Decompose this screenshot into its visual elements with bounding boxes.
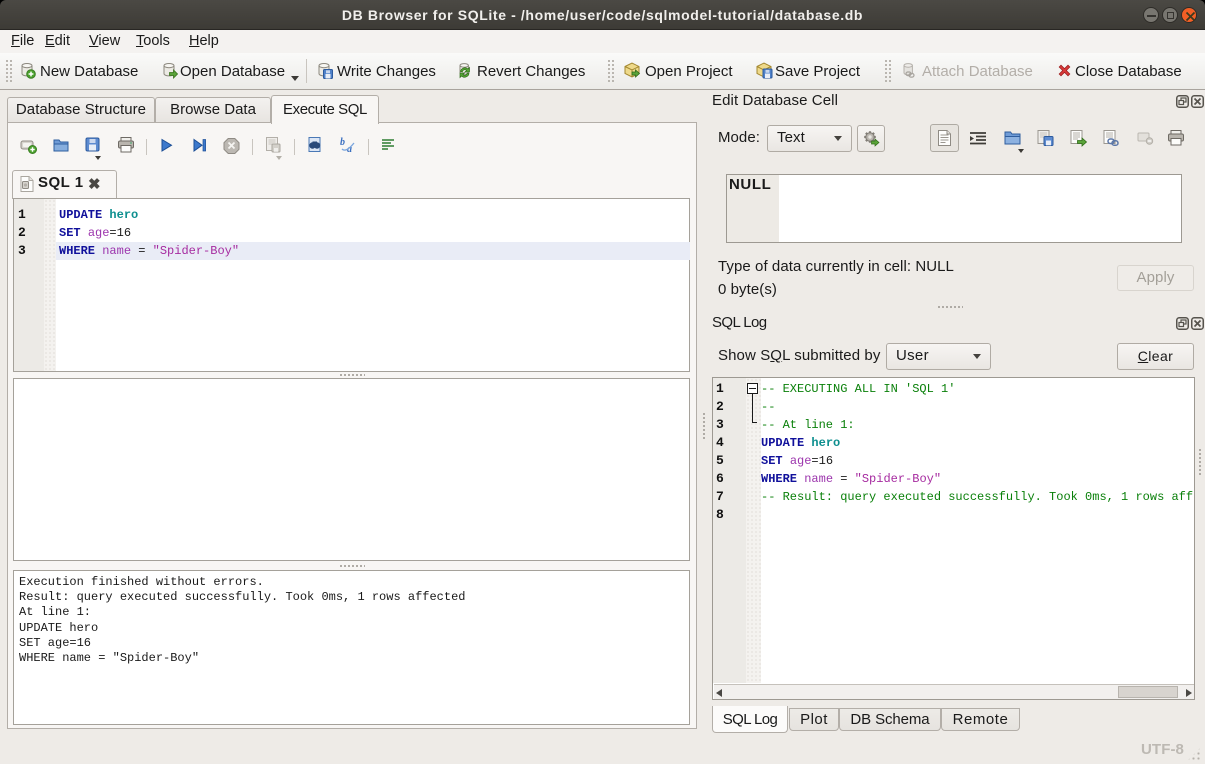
svg-text:b: b bbox=[340, 137, 345, 148]
